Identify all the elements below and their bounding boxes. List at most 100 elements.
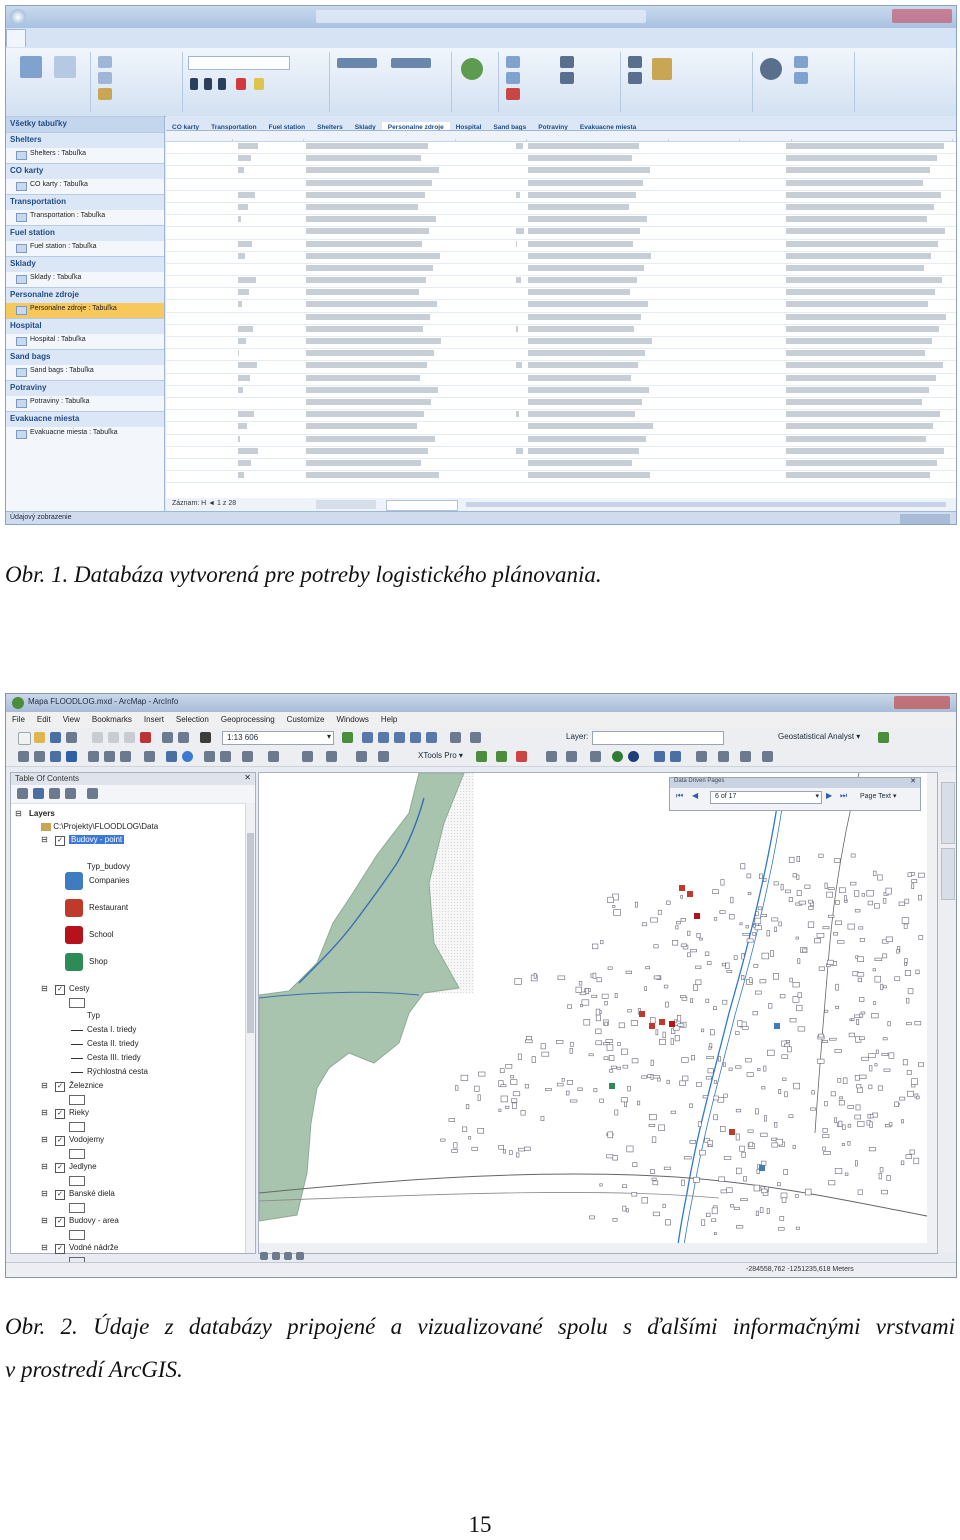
nav-group-header[interactable]: Fuel station — [6, 225, 164, 241]
menu-item[interactable]: Bookmarks — [86, 712, 138, 727]
catalog-tab[interactable] — [941, 782, 955, 844]
xtools-icon-1[interactable] — [476, 751, 487, 762]
document-tab[interactable]: Evakuacne miesta — [574, 122, 642, 130]
close-icon[interactable]: ✕ — [244, 773, 251, 782]
nav-table-item[interactable]: Hospital : Tabuľka — [6, 334, 164, 349]
nav-group-header[interactable]: Evakuacne miesta — [6, 411, 164, 427]
first-page-icon[interactable]: ⏮ — [676, 791, 683, 801]
sort-descending-icon[interactable] — [628, 72, 642, 84]
nav-table-item[interactable]: Fuel station : Tabuľka — [6, 241, 164, 256]
ribbon-tab-5[interactable] — [262, 30, 338, 47]
select-features-icon[interactable] — [144, 751, 155, 762]
menu-item[interactable]: File — [6, 712, 31, 727]
nav-group-header[interactable]: Shelters — [6, 132, 164, 148]
table-row[interactable] — [166, 142, 956, 155]
print-icon[interactable] — [66, 732, 77, 743]
layer-visibility-checkbox[interactable]: ✓ — [55, 1217, 65, 1227]
pan-icon[interactable] — [50, 751, 61, 762]
toc-layer-label[interactable]: Budovy - area — [69, 1216, 119, 1225]
select-elements-icon[interactable] — [166, 751, 177, 762]
expand-icon[interactable]: ⊟ — [41, 1243, 48, 1252]
map-view[interactable]: Data Driven Pages ✕ ⏮ ◀ 6 of 17 ▾ ▶ ⏭ Pa… — [258, 772, 938, 1254]
align-icons[interactable] — [337, 58, 377, 68]
refresh-view-icon[interactable] — [284, 1252, 292, 1260]
horizontal-scrollbar[interactable] — [466, 502, 946, 507]
chevron-down-icon[interactable]: ▾ — [815, 792, 819, 800]
bold-icon[interactable] — [190, 78, 198, 90]
previous-extent-icon[interactable] — [104, 751, 115, 762]
menu-item[interactable]: Help — [375, 712, 403, 727]
fill-color-icon[interactable] — [254, 78, 264, 90]
copy-icon[interactable] — [98, 72, 112, 84]
toc-layer-label[interactable]: Cesta II. triedy — [87, 1039, 139, 1048]
data-path-group[interactable]: C:\Projekty\FLOODLOG\Data — [41, 822, 158, 831]
font-name-field[interactable] — [188, 56, 290, 70]
undo-icon[interactable] — [162, 732, 173, 743]
table-row[interactable] — [166, 154, 956, 167]
find-icon[interactable] — [760, 58, 782, 80]
table-row[interactable] — [166, 386, 956, 398]
full-extent-icon[interactable] — [66, 751, 77, 762]
xtools-icon-2[interactable] — [496, 751, 507, 762]
table-row[interactable] — [166, 337, 956, 350]
ribbon-tab-3[interactable] — [91, 30, 167, 47]
cut-icon[interactable] — [92, 732, 103, 743]
modelbuilder-icon[interactable] — [450, 732, 461, 743]
table-row[interactable] — [166, 276, 956, 289]
nav-group-header[interactable]: Sand bags — [6, 349, 164, 365]
filter-indicator[interactable] — [316, 500, 376, 509]
expand-icon[interactable]: ⊟ — [41, 1162, 48, 1171]
document-tab[interactable]: Sand bags — [487, 122, 532, 130]
toc-layer-label[interactable]: School — [89, 930, 113, 939]
table-row[interactable] — [166, 203, 956, 216]
expand-icon[interactable]: ⊟ — [41, 984, 48, 993]
copy-icon[interactable] — [108, 732, 119, 743]
menu-item[interactable]: Selection — [170, 712, 215, 727]
office-button-icon[interactable] — [10, 9, 26, 25]
ribbon-tab-2[interactable] — [31, 30, 87, 47]
menu-item[interactable]: Insert — [138, 712, 170, 727]
nav-pane-title[interactable]: Všetky tabuľky — [6, 116, 164, 132]
table-row[interactable] — [166, 179, 956, 191]
toc-layer-label[interactable]: Restaurant — [89, 903, 128, 912]
table-row[interactable] — [166, 349, 956, 362]
list-by-source-icon[interactable] — [33, 788, 44, 799]
zoom-out-icon[interactable] — [34, 751, 45, 762]
time-slider-icon[interactable] — [302, 751, 313, 762]
next-extent-icon[interactable] — [120, 751, 131, 762]
globe-icon[interactable] — [628, 751, 639, 762]
layer-visibility-checkbox[interactable]: ✓ — [55, 985, 65, 995]
table-row[interactable] — [166, 435, 956, 447]
ddp-page-field[interactable]: 6 of 17 ▾ — [710, 791, 822, 804]
toc-layer-label[interactable]: Cesta III. triedy — [87, 1053, 141, 1062]
ribbon-tab-4[interactable] — [172, 30, 258, 47]
measure-icon[interactable] — [220, 751, 231, 762]
italic-icon[interactable] — [204, 78, 212, 90]
save-record-icon[interactable] — [506, 72, 520, 84]
window-controls[interactable] — [894, 696, 950, 709]
menu-item[interactable]: Windows — [330, 712, 374, 727]
close-icon[interactable]: ✕ — [910, 777, 916, 785]
table-row[interactable] — [166, 300, 956, 313]
layer-visibility-checkbox[interactable]: ✓ — [55, 1163, 65, 1173]
sort-ascending-icon[interactable] — [628, 56, 642, 68]
layer-dropdown[interactable] — [592, 731, 724, 745]
previous-page-icon[interactable]: ◀ — [692, 791, 698, 800]
document-tab[interactable]: CO karty — [166, 122, 205, 130]
ribbon-tab-1[interactable] — [6, 29, 27, 47]
nav-group-header[interactable]: Transportation — [6, 194, 164, 210]
toc-layer-label[interactable]: Cesty — [69, 984, 89, 993]
goto-icon[interactable] — [794, 72, 808, 84]
format-painter-icon[interactable] — [98, 88, 112, 100]
xtools-pro-menu[interactable]: XTools Pro ▾ — [418, 751, 463, 760]
nav-group-header[interactable]: Hospital — [6, 318, 164, 334]
expand-icon[interactable]: ⊟ — [41, 1135, 48, 1144]
map-scale-field[interactable]: 1:13 606 ▾ — [222, 731, 334, 745]
nav-group-header[interactable]: CO karty — [6, 163, 164, 179]
fixed-zoom-icon[interactable] — [88, 751, 99, 762]
document-tab[interactable]: Personalne zdroje — [381, 122, 450, 130]
redo-icon[interactable] — [178, 732, 189, 743]
table-row[interactable] — [166, 422, 956, 435]
hyperlink-icon[interactable] — [242, 751, 253, 762]
effects-icon[interactable] — [378, 751, 389, 762]
